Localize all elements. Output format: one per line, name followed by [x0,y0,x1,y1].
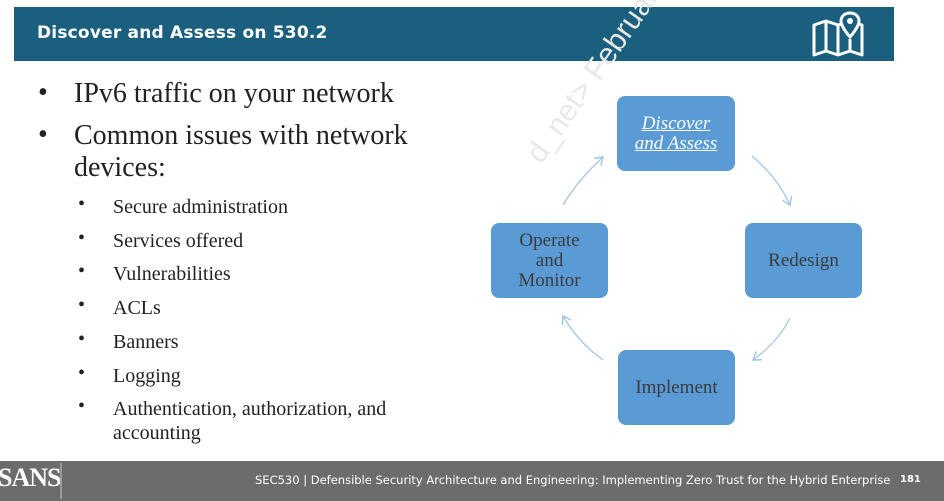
cycle-step-implement: Implement [618,350,735,425]
cycle-step-label: Operate [519,229,580,251]
cycle-step-label: Redesign [768,249,839,271]
arrow-bottom-left [563,316,604,361]
arrow-top-left [562,157,603,206]
cycle-step-discover-and-assess: Discover and Assess [617,96,735,171]
cycle-step-label: Implement [635,376,718,398]
footer-divider [60,463,62,499]
cycle-step-label: Monitor [518,269,581,291]
course-title: SEC530 | Defensible Security Architectur… [255,473,891,487]
cycle-step-label: and [535,249,564,271]
cycle-step-label: and Assess [634,132,718,154]
arrow-top-right [751,155,790,205]
sans-logo: SANS [0,463,61,492]
cycle-step-operate-and-monitor: Operate and Monitor [491,223,608,298]
cycle-step-redesign: Redesign [745,223,862,298]
slide-footer: SANS SEC530 | Defensible Security Archit… [0,461,944,501]
page-number: 181 [900,474,921,485]
cycle-step-label: Discover [641,112,711,134]
arrow-bottom-right [753,317,791,360]
